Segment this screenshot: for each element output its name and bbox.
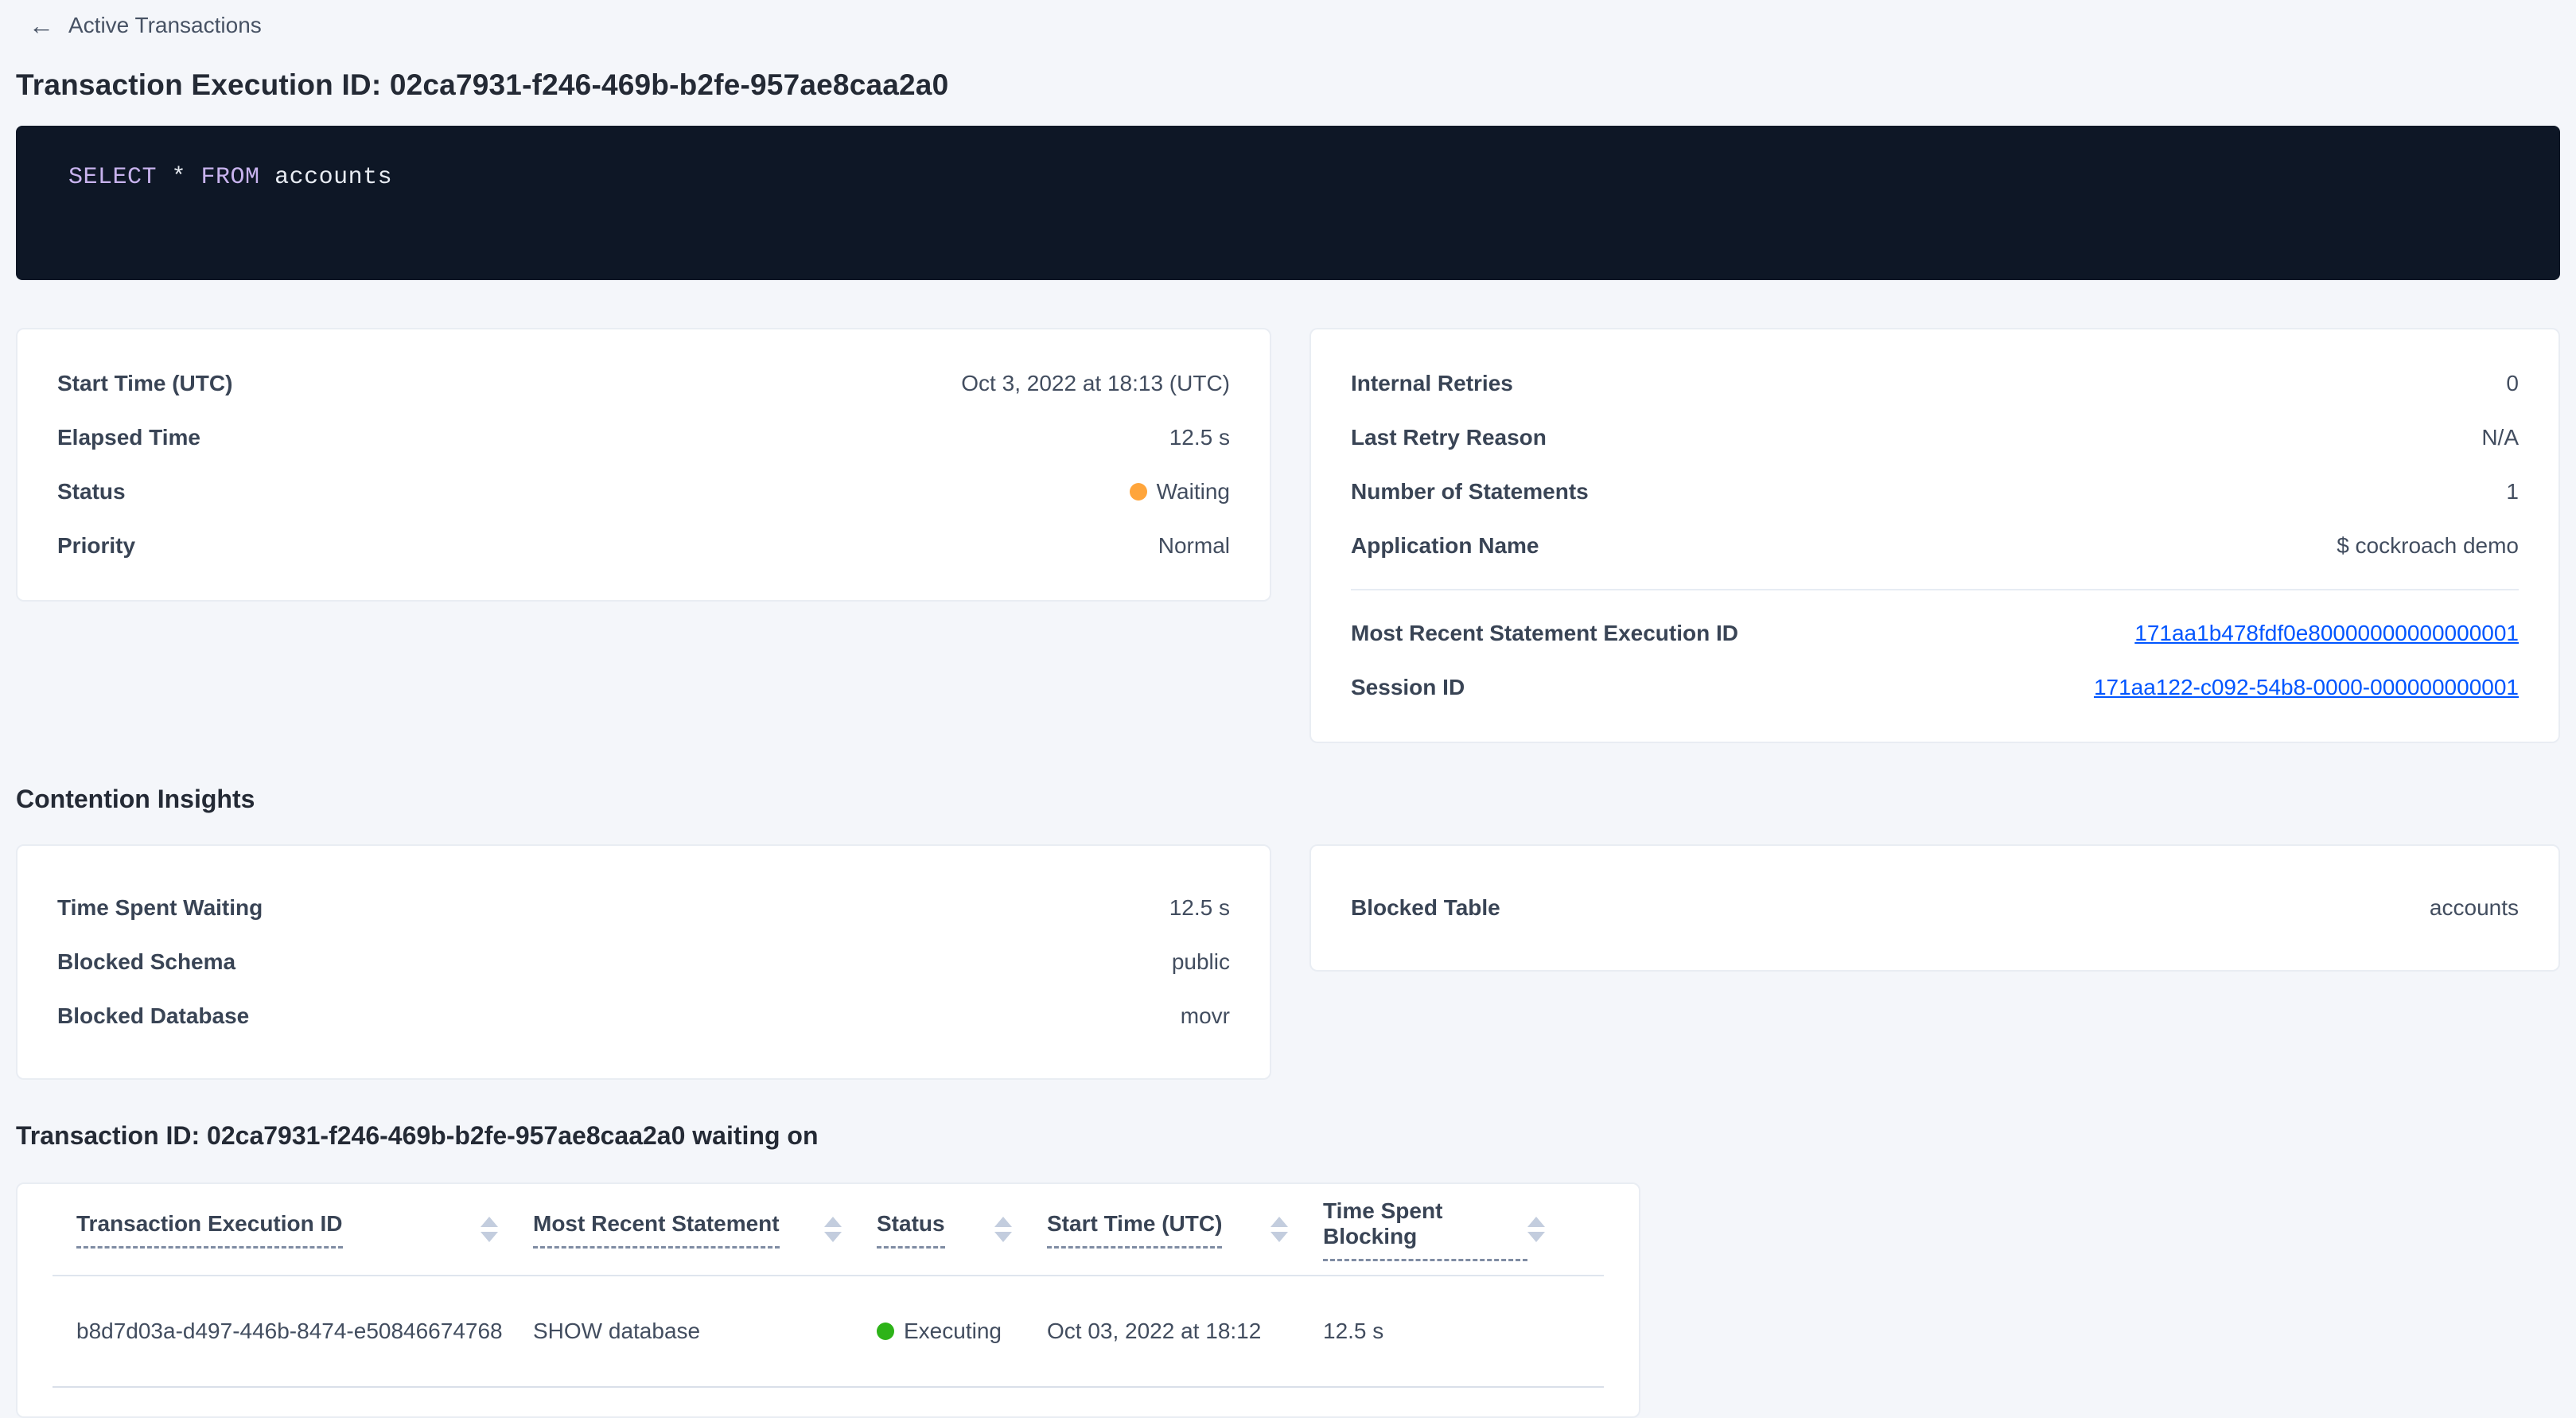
column-header-time-spent-blocking[interactable]: Time Spent Blocking bbox=[1323, 1198, 1580, 1261]
waiting-on-table-card: Transaction Execution ID Most Recent Sta… bbox=[16, 1182, 1640, 1418]
status-waiting-dot-icon bbox=[1130, 483, 1147, 501]
detail-row-number-of-statements: Number of Statements 1 bbox=[1351, 465, 2519, 519]
sort-desc-icon bbox=[824, 1232, 842, 1242]
contention-insights-heading: Contention Insights bbox=[16, 785, 2560, 814]
row-value: 12.5 s bbox=[1169, 895, 1230, 921]
detail-row-start-time: Start Time (UTC) Oct 3, 2022 at 18:13 (U… bbox=[57, 356, 1230, 411]
statement-execution-id-link[interactable]: 171aa1b478fdf0e80000000000000001 bbox=[2134, 621, 2519, 645]
sort-desc-icon bbox=[1270, 1232, 1288, 1242]
table-row: b8d7d03a-d497-446b-8474-e50846674768 SHO… bbox=[53, 1276, 1604, 1388]
row-label: Priority bbox=[57, 533, 135, 559]
cell-start-time: Oct 03, 2022 at 18:12 bbox=[1047, 1319, 1323, 1344]
detail-row-last-retry-reason: Last Retry Reason N/A bbox=[1351, 411, 2519, 465]
column-header-label: Start Time (UTC) bbox=[1047, 1211, 1222, 1249]
cell-transaction-execution-id: b8d7d03a-d497-446b-8474-e50846674768 bbox=[76, 1319, 533, 1344]
detail-row-elapsed-time: Elapsed Time 12.5 s bbox=[57, 411, 1230, 465]
detail-row-application-name: Application Name $ cockroach demo bbox=[1351, 519, 2519, 573]
row-label: Blocked Table bbox=[1351, 895, 1500, 921]
row-label: Internal Retries bbox=[1351, 371, 1513, 396]
sort-icon[interactable] bbox=[1527, 1217, 1545, 1242]
overview-card: Start Time (UTC) Oct 3, 2022 at 18:13 (U… bbox=[16, 328, 1271, 602]
contention-left-card: Time Spent Waiting 12.5 s Blocked Schema… bbox=[16, 844, 1271, 1080]
sort-icon[interactable] bbox=[824, 1217, 842, 1242]
detail-row-blocked-schema: Blocked Schema public bbox=[57, 935, 1230, 989]
detail-row-blocked-database: Blocked Database movr bbox=[57, 989, 1230, 1043]
status-label: Waiting bbox=[1157, 479, 1230, 504]
sort-asc-icon bbox=[1527, 1217, 1545, 1227]
sort-icon[interactable] bbox=[481, 1217, 498, 1242]
row-label: Most Recent Statement Execution ID bbox=[1351, 621, 1738, 646]
cell-time-spent-blocking: 12.5 s bbox=[1323, 1319, 1580, 1344]
sort-icon[interactable] bbox=[1270, 1217, 1288, 1242]
row-value: 12.5 s bbox=[1169, 425, 1230, 450]
detail-row-blocked-table: Blocked Table accounts bbox=[1351, 881, 2519, 935]
detail-row-priority: Priority Normal bbox=[57, 519, 1230, 573]
card-divider bbox=[1351, 589, 2519, 590]
detail-row-time-spent-waiting: Time Spent Waiting 12.5 s bbox=[57, 881, 1230, 935]
row-value: Oct 3, 2022 at 18:13 (UTC) bbox=[961, 371, 1230, 396]
sql-text: accounts bbox=[260, 164, 393, 191]
sort-asc-icon bbox=[994, 1217, 1012, 1227]
cell-status: Executing bbox=[877, 1319, 1047, 1344]
summary-cards-row: Start Time (UTC) Oct 3, 2022 at 18:13 (U… bbox=[16, 328, 2560, 743]
back-to-active-transactions-link[interactable]: ← Active Transactions bbox=[29, 13, 262, 38]
sort-icon[interactable] bbox=[994, 1217, 1012, 1242]
sql-keyword: FROM bbox=[201, 164, 260, 191]
detail-row-session-id: Session ID 171aa122-c092-54b8-0000-00000… bbox=[1351, 660, 2519, 715]
row-value: $ cockroach demo bbox=[2337, 533, 2519, 559]
sql-keyword: SELECT bbox=[68, 164, 157, 191]
column-header-label: Most Recent Statement bbox=[533, 1211, 780, 1249]
detail-row-internal-retries: Internal Retries 0 bbox=[1351, 356, 2519, 411]
sort-desc-icon bbox=[481, 1232, 498, 1242]
row-label: Application Name bbox=[1351, 533, 1539, 559]
row-value: movr bbox=[1181, 1003, 1230, 1029]
sql-statement-box: SELECT * FROM accounts bbox=[16, 126, 2560, 280]
contention-cards-row: Time Spent Waiting 12.5 s Blocked Schema… bbox=[16, 844, 2560, 1080]
column-header-label: Time Spent Blocking bbox=[1323, 1198, 1527, 1261]
status-label: Executing bbox=[904, 1319, 1002, 1344]
detail-row-status: Status Waiting bbox=[57, 465, 1230, 519]
waiting-on-heading: Transaction ID: 02ca7931-f246-469b-b2fe-… bbox=[16, 1121, 2560, 1151]
sort-asc-icon bbox=[481, 1217, 498, 1227]
row-label: Elapsed Time bbox=[57, 425, 200, 450]
sort-asc-icon bbox=[824, 1217, 842, 1227]
active-transaction-details-page: ← Active Transactions Transaction Execut… bbox=[0, 0, 2576, 1418]
row-value: N/A bbox=[2481, 425, 2519, 450]
row-label: Session ID bbox=[1351, 675, 1465, 700]
details-card: Internal Retries 0 Last Retry Reason N/A… bbox=[1309, 328, 2560, 743]
row-value: Normal bbox=[1158, 533, 1230, 559]
column-header-status[interactable]: Status bbox=[877, 1211, 1047, 1249]
back-arrow-icon: ← bbox=[29, 13, 54, 38]
back-link-label: Active Transactions bbox=[68, 13, 262, 38]
status-executing-dot-icon bbox=[877, 1323, 894, 1340]
row-value: accounts bbox=[2430, 895, 2519, 921]
row-label: Blocked Database bbox=[57, 1003, 249, 1029]
column-header-label: Status bbox=[877, 1211, 945, 1249]
row-value: 1 bbox=[2506, 479, 2519, 504]
column-header-transaction-execution-id[interactable]: Transaction Execution ID bbox=[76, 1211, 533, 1249]
row-label: Status bbox=[57, 479, 126, 504]
sort-asc-icon bbox=[1270, 1217, 1288, 1227]
sort-desc-icon bbox=[994, 1232, 1012, 1242]
page-title: Transaction Execution ID: 02ca7931-f246-… bbox=[16, 68, 2560, 102]
status-badge: Waiting bbox=[1130, 479, 1230, 504]
back-row: ← Active Transactions bbox=[16, 0, 2560, 40]
row-label: Time Spent Waiting bbox=[57, 895, 263, 921]
row-label: Number of Statements bbox=[1351, 479, 1589, 504]
session-id-link[interactable]: 171aa122-c092-54b8-0000-000000000001 bbox=[2094, 675, 2519, 699]
column-header-most-recent-statement[interactable]: Most Recent Statement bbox=[533, 1211, 877, 1249]
row-label: Start Time (UTC) bbox=[57, 371, 232, 396]
contention-right-card: Blocked Table accounts bbox=[1309, 844, 2560, 972]
row-value: public bbox=[1172, 949, 1230, 975]
detail-row-statement-execution-id: Most Recent Statement Execution ID 171aa… bbox=[1351, 606, 2519, 660]
row-label: Blocked Schema bbox=[57, 949, 235, 975]
column-header-start-time[interactable]: Start Time (UTC) bbox=[1047, 1211, 1323, 1249]
sql-text: * bbox=[157, 164, 201, 191]
cell-most-recent-statement: SHOW database bbox=[533, 1319, 877, 1344]
row-label: Last Retry Reason bbox=[1351, 425, 1547, 450]
row-value: 0 bbox=[2506, 371, 2519, 396]
column-header-label: Transaction Execution ID bbox=[76, 1211, 343, 1249]
table-header-row: Transaction Execution ID Most Recent Sta… bbox=[53, 1184, 1604, 1276]
sort-desc-icon bbox=[1527, 1232, 1545, 1242]
